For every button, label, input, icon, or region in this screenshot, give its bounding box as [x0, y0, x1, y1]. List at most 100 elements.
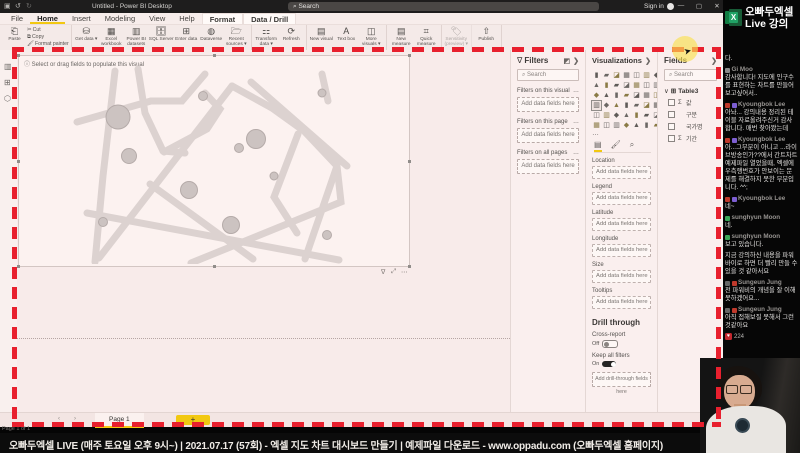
stacked-column-chart-icon[interactable]: ▰: [602, 71, 611, 80]
build-visual-tab[interactable]: ▤: [594, 140, 602, 150]
sign-in-button[interactable]: Sign in: [644, 3, 664, 10]
location-well-dropzone[interactable]: Add data fields here: [592, 166, 651, 179]
python-visual-icon[interactable]: ◆: [612, 111, 621, 120]
slicer-icon[interactable]: ◪: [642, 101, 651, 110]
longitude-well-dropzone[interactable]: Add data fields here: [592, 244, 651, 257]
more-options-icon[interactable]: …: [573, 119, 579, 125]
table-node[interactable]: ∨ ⊞ Table3: [664, 87, 719, 96]
drill-through-fields-dropzone[interactable]: Add drill-through fields here: [592, 372, 651, 395]
scatter-chart-icon[interactable]: ◆: [592, 91, 601, 100]
data-view-icon[interactable]: ⊞: [4, 78, 11, 87]
100-stacked-bar-chart-icon[interactable]: ◫: [632, 71, 641, 80]
filter-dropzone[interactable]: Add data fields here: [517, 159, 579, 174]
line-and-clustered-column-chart-icon[interactable]: ◪: [622, 81, 631, 90]
latitude-well-dropzone[interactable]: Add data fields here: [592, 218, 651, 231]
multi-row-card-icon[interactable]: ▮: [622, 101, 631, 110]
more-options-icon[interactable]: …: [573, 150, 579, 156]
q-and-a-icon[interactable]: ▰: [642, 111, 651, 120]
enter-data-button[interactable]: ⊞ Enter data: [174, 26, 199, 42]
field-checkbox[interactable]: [668, 123, 675, 130]
global-search-input[interactable]: ⌕ Search: [288, 1, 599, 11]
tab-modeling[interactable]: Modeling: [98, 13, 142, 24]
more-visuals-dots[interactable]: …: [592, 130, 651, 137]
area-chart-icon[interactable]: ▲: [592, 81, 601, 90]
power-apps-icon[interactable]: ▥: [612, 121, 621, 130]
custom-visual-3-icon[interactable]: ▮: [642, 121, 651, 130]
resize-handle[interactable]: [408, 160, 411, 163]
field-row[interactable]: Σ값: [668, 98, 719, 107]
custom-visual-1-icon[interactable]: ◆: [622, 121, 631, 130]
resize-handle[interactable]: [213, 265, 216, 268]
fields-search-input[interactable]: ⌕ Search: [664, 69, 717, 81]
clustered-bar-chart-icon[interactable]: ◪: [612, 71, 621, 80]
format-visual-tab[interactable]: 🖌: [611, 140, 621, 150]
keep-all-filters-toggle[interactable]: [602, 361, 617, 367]
resize-handle[interactable]: [213, 54, 216, 57]
map-visual[interactable]: ⓘ Select or drag fields to populate this…: [17, 54, 411, 268]
sensitivity-preview-button[interactable]: 🏷 Sensitivity (preview) ▾: [444, 26, 469, 47]
tab-help[interactable]: Help: [172, 13, 201, 24]
new-measure-button[interactable]: ▤ New measure: [389, 26, 414, 47]
map-icon[interactable]: ◪: [632, 91, 641, 100]
clustered-column-chart-icon[interactable]: ▦: [622, 71, 631, 80]
sql-server-button[interactable]: 🗄 SQL Server: [149, 26, 174, 42]
field-checkbox[interactable]: [668, 135, 675, 142]
paste-button[interactable]: ⎗ Paste: [2, 26, 27, 42]
close-button[interactable]: ✕: [710, 2, 724, 10]
card-icon[interactable]: ▲: [612, 101, 621, 110]
minimize-button[interactable]: —: [674, 2, 688, 9]
dataverse-button[interactable]: ◍ Dataverse: [199, 26, 224, 42]
filter-dropzone[interactable]: Add data fields here: [517, 97, 579, 112]
donut-chart-icon[interactable]: ▮: [612, 91, 621, 100]
field-checkbox[interactable]: [668, 99, 675, 106]
transform-data-button[interactable]: ⚏ Transform data ▾: [254, 26, 279, 47]
save-icon[interactable]: ▣: [4, 2, 11, 10]
avatar[interactable]: [667, 2, 674, 10]
stacked-area-chart-icon[interactable]: ▮: [602, 81, 611, 90]
resize-handle[interactable]: [17, 54, 20, 57]
refresh-button[interactable]: ⟳ Refresh: [279, 26, 304, 42]
cut-button[interactable]: ✂Cut: [27, 27, 69, 34]
new-visual-button[interactable]: ▤ New visual: [309, 26, 334, 42]
focus-mode-icon[interactable]: ⤢: [391, 268, 396, 276]
maximize-button[interactable]: ▢: [692, 2, 706, 10]
get-data-button[interactable]: ⛁ Get data ▾: [74, 26, 99, 42]
more-options-icon[interactable]: ⋯: [401, 268, 408, 276]
pie-chart-icon[interactable]: ▲: [602, 91, 611, 100]
undo-icon[interactable]: ↺: [15, 2, 21, 10]
field-checkbox[interactable]: [668, 111, 675, 118]
eraser-icon[interactable]: ◩: [564, 57, 571, 65]
gauge-icon[interactable]: ◆: [602, 101, 611, 110]
100-stacked-column-chart-icon[interactable]: ▥: [642, 71, 651, 80]
waterfall-chart-icon[interactable]: ◫: [642, 81, 651, 90]
expander-icon[interactable]: ∨: [664, 87, 669, 95]
kpi-icon[interactable]: ▰: [632, 101, 641, 110]
power-bi-datasets-button[interactable]: ▥ Power BI datasets: [124, 26, 149, 47]
tab-file[interactable]: File: [4, 13, 30, 24]
legend-well-dropzone[interactable]: Add data fields here: [592, 192, 651, 205]
key-influencers-icon[interactable]: ▲: [622, 111, 631, 120]
excel-workbook-button[interactable]: ▦ Excel workbook: [99, 26, 124, 47]
matrix-icon[interactable]: ◫: [592, 111, 601, 120]
copy-button[interactable]: ⧉Copy: [27, 34, 69, 41]
tab-home[interactable]: Home: [30, 13, 65, 24]
more-options-icon[interactable]: …: [573, 88, 579, 94]
filter-icon[interactable]: ∇: [381, 268, 385, 276]
filter-dropzone[interactable]: Add data fields here: [517, 128, 579, 143]
decomposition-tree-icon[interactable]: ▮: [632, 111, 641, 120]
arcgis-map-icon[interactable]: ◫: [602, 121, 611, 130]
r-script-visual-icon[interactable]: ▥: [602, 111, 611, 120]
custom-visual-2-icon[interactable]: ▲: [632, 121, 641, 130]
filled-map-icon[interactable]: ▦: [642, 91, 651, 100]
resize-handle[interactable]: [408, 265, 411, 268]
collapse-chevron-icon[interactable]: ❯: [573, 57, 579, 65]
resize-handle[interactable]: [408, 54, 411, 57]
collapse-chevron-icon[interactable]: ❯: [645, 57, 651, 65]
publish-button[interactable]: ⇧ Publish: [474, 26, 499, 42]
line-and-stacked-column-chart-icon[interactable]: ▰: [612, 81, 621, 90]
field-row[interactable]: 국가명: [668, 122, 719, 131]
paginated-report-icon[interactable]: ▦: [592, 121, 601, 130]
filters-search-input[interactable]: ⌕ Search: [517, 69, 579, 81]
resize-handle[interactable]: [17, 160, 20, 163]
tab-insert[interactable]: Insert: [65, 13, 98, 24]
